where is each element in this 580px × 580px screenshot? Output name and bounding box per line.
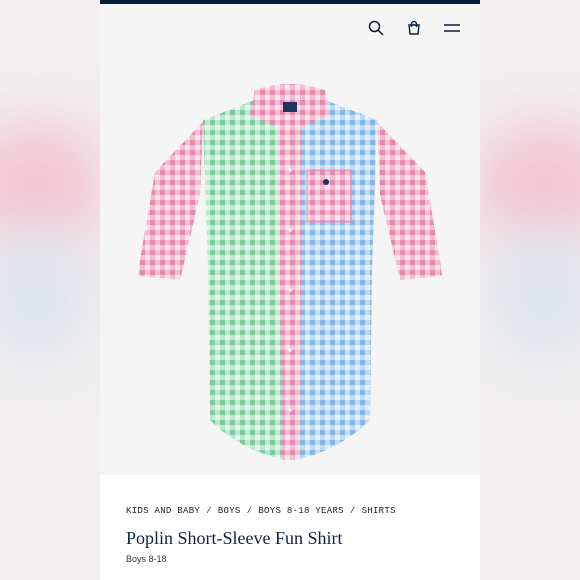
background-blur-right-lower xyxy=(490,230,580,360)
product-title: Poplin Short-Sleeve Fun Shirt xyxy=(126,528,343,548)
shirt-button xyxy=(288,288,292,292)
left-sleeve xyxy=(138,122,203,280)
background-blur-right xyxy=(470,120,580,250)
right-body-panel xyxy=(295,100,377,460)
background-blur-left xyxy=(0,120,110,250)
breadcrumb-separator: / xyxy=(206,506,212,516)
shopping-bag-icon[interactable] xyxy=(404,18,424,38)
search-icon[interactable] xyxy=(366,18,386,38)
right-sleeve xyxy=(377,122,442,280)
chest-pocket xyxy=(306,169,352,223)
breadcrumb-item-boys-8-18-years[interactable]: BOYS 8-18 YEARS xyxy=(258,506,344,516)
breadcrumb-item-kids-and-baby[interactable]: KIDS AND BABY xyxy=(126,506,200,516)
product-image[interactable] xyxy=(100,60,480,475)
shirt-button xyxy=(288,228,292,232)
logo-embroidery xyxy=(323,179,329,185)
shirt-button xyxy=(288,348,292,352)
breadcrumb: KIDS AND BABY / BOYS / BOYS 8-18 YEARS /… xyxy=(126,506,396,516)
menu-icon[interactable] xyxy=(442,18,462,38)
brand-label xyxy=(283,102,297,112)
breadcrumb-separator: / xyxy=(349,506,356,516)
product-subtitle: Boys 8-18 xyxy=(126,554,167,564)
breadcrumb-item-boys[interactable]: BOYS xyxy=(218,506,241,516)
top-bar xyxy=(100,0,480,4)
header-icons xyxy=(366,18,462,38)
shirt-button xyxy=(288,408,292,412)
background-blur-left-lower xyxy=(0,230,90,360)
product-info: KIDS AND BABY / BOYS / BOYS 8-18 YEARS /… xyxy=(100,475,480,580)
breadcrumb-item-shirts[interactable]: SHIRTS xyxy=(362,506,396,516)
shirt-button xyxy=(288,168,292,172)
left-body-panel xyxy=(203,100,285,460)
breadcrumb-separator: / xyxy=(246,506,253,516)
product-page: KIDS AND BABY / BOYS / BOYS 8-18 YEARS /… xyxy=(100,0,480,580)
